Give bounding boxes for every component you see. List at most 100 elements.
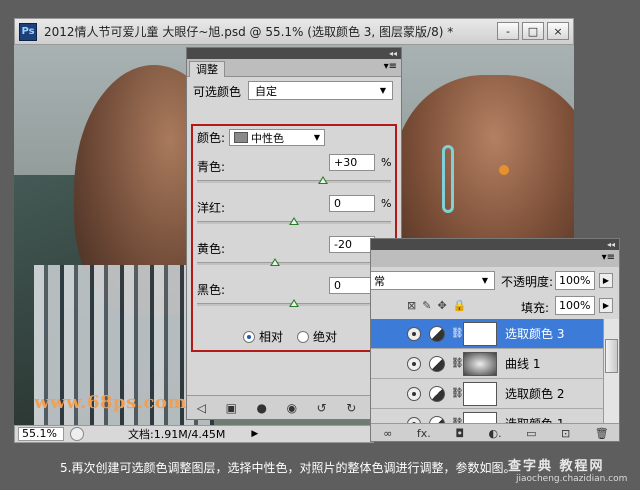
eye-icon[interactable] [407, 386, 421, 401]
zoom-level-field[interactable]: 55.1% [18, 427, 64, 441]
opacity-label: 不透明度: [501, 275, 554, 289]
slider-value-input[interactable]: +30 [329, 154, 375, 171]
slider-value-input[interactable]: 0 [329, 195, 375, 212]
fill-field[interactable]: 100% [555, 296, 595, 315]
clip-to-layer-icon[interactable]: ● [257, 401, 267, 415]
slider-thumb[interactable] [318, 176, 329, 184]
panel-tab-bar: 调整 ▾≡ [187, 59, 401, 77]
slider-magenta: 洋红: 0 % [197, 195, 391, 235]
slider-thumb[interactable] [269, 258, 280, 266]
document-info-icon[interactable] [70, 427, 84, 441]
collapse-icon[interactable]: ◂◂ [607, 240, 615, 249]
slider-track[interactable] [197, 180, 391, 183]
panel-collapse-bar[interactable]: ◂◂ [187, 48, 401, 59]
fill-label: 填充: [521, 301, 550, 315]
link-chain-icon[interactable]: ⛓ [451, 358, 464, 369]
radio-relative-label[interactable]: 相对 [259, 328, 283, 345]
color-row: 颜色: 中性色 ▼ [197, 129, 326, 146]
adjustment-layer-icon [429, 385, 445, 402]
minimize-button[interactable]: - [497, 22, 519, 40]
link-chain-icon[interactable]: ⛓ [451, 328, 464, 339]
visibility-eye-icon[interactable]: ◉ [287, 401, 297, 415]
radio-relative[interactable] [243, 330, 255, 343]
photo-hair-clip [442, 145, 454, 213]
lock-transparency-icon[interactable]: ⊠ [407, 299, 416, 312]
panel-menu-icon[interactable]: ▾≡ [602, 252, 615, 263]
new-group-icon[interactable]: ▭ [526, 427, 536, 440]
trash-icon[interactable]: 🗑 [595, 427, 609, 440]
color-value: 中性色 [251, 131, 285, 145]
opacity-dropdown-icon[interactable]: ▶ [599, 273, 613, 288]
status-menu-arrow-icon[interactable]: ▶ [251, 429, 258, 439]
reset-icon[interactable]: ↻ [346, 401, 356, 415]
add-mask-icon[interactable]: ◘ [455, 427, 464, 440]
blend-mode-select[interactable]: 常 ▼ [371, 271, 495, 290]
slider-label: 黄色: [197, 242, 226, 256]
layer-mask-thumbnail[interactable] [463, 381, 497, 406]
app-frame: Ps 2012情人节可爱儿童 大眼仔~旭.psd @ 55.1% (选取颜色 3… [0, 0, 640, 490]
slider-track[interactable] [197, 262, 391, 265]
layer-mask-thumbnail[interactable] [463, 351, 497, 376]
scrollbar-thumb[interactable] [605, 339, 618, 373]
preset-row: 可选颜色 自定 ▼ [187, 80, 401, 102]
highlight-box: 颜色: 中性色 ▼ 青色: +30 % 洋红: 0 % 黄色: -20 黑色: … [191, 124, 397, 352]
layers-panel: ◂◂ ▾≡ 常 ▼ 不透明度: 100% ▶ ⊠ ✎ ✥ 🔒 填充: 100% … [370, 238, 620, 442]
new-layer-icon[interactable]: ⊡ [561, 427, 570, 440]
back-arrow-icon[interactable]: ◁ [197, 401, 206, 415]
slider-yellow: 黄色: -20 % [197, 236, 391, 276]
expand-view-icon[interactable]: ▣ [226, 401, 237, 415]
layer-row[interactable]: ⛓ 曲线 1 [371, 349, 603, 379]
slider-value-input[interactable]: -20 [329, 236, 375, 253]
tab-adjustments[interactable]: 调整 [189, 61, 225, 77]
previous-state-icon[interactable]: ↺ [317, 401, 327, 415]
document-title-bar[interactable]: Ps 2012情人节可爱儿童 大眼仔~旭.psd @ 55.1% (选取颜色 3… [14, 18, 574, 45]
radio-absolute-label[interactable]: 绝对 [313, 328, 337, 345]
layer-name: 选取颜色 1 [505, 415, 564, 423]
lock-all-icon[interactable]: 🔒 [453, 299, 467, 312]
eye-icon[interactable] [407, 356, 421, 371]
lock-row: ⊠ ✎ ✥ 🔒 填充: 100% ▶ [371, 295, 619, 317]
tutorial-caption: 5.再次创建可选颜色调整图层，选择中性色，对照片的整体色调进行调整，参数如图。 [60, 461, 516, 475]
link-chain-icon[interactable]: ⛓ [451, 388, 464, 399]
lock-position-icon[interactable]: ✥ [437, 299, 446, 312]
panel-menu-icon[interactable]: ▾≡ [384, 61, 397, 72]
percent-unit: % [381, 197, 392, 210]
color-swatch [234, 132, 249, 143]
layer-style-icon[interactable]: fx. [417, 427, 431, 440]
color-label: 颜色: [197, 131, 226, 145]
status-bar: 55.1% 文档:1.91M/4.45M ▶ [14, 425, 374, 443]
slider-value-input[interactable]: 0 [329, 277, 375, 294]
color-select[interactable]: 中性色 ▼ [229, 129, 326, 146]
new-adjustment-icon[interactable]: ◐. [489, 427, 502, 440]
chevron-down-icon: ▼ [313, 133, 321, 142]
layer-mask-thumbnail[interactable] [463, 321, 497, 346]
panel-collapse-bar[interactable]: ◂◂ [371, 239, 619, 250]
document-title: 2012情人节可爱儿童 大眼仔~旭.psd @ 55.1% (选取颜色 3, 图… [44, 25, 454, 39]
layers-toolbar: ∞ fx. ◘ ◐. ▭ ⊡ 🗑 [371, 423, 619, 441]
maximize-button[interactable]: □ [522, 22, 544, 40]
preset-select[interactable]: 自定 ▼ [248, 81, 393, 100]
link-layers-icon[interactable]: ∞ [383, 427, 392, 440]
lock-image-icon[interactable]: ✎ [422, 299, 431, 312]
adjustments-toolbar: ◁ ▣ ● ◉ ↺ ↻ 🗑 [187, 395, 401, 419]
layer-name: 曲线 1 [505, 357, 541, 371]
slider-thumb[interactable] [289, 299, 299, 307]
layer-row[interactable]: ⛓ 选取颜色 3 [371, 319, 603, 349]
opacity-field[interactable]: 100% [555, 271, 595, 290]
site-watermark: www.68ps.com [34, 392, 187, 413]
layers-scrollbar[interactable] [603, 319, 619, 423]
adjustment-layer-icon [429, 325, 445, 342]
collapse-icon[interactable]: ◂◂ [389, 49, 397, 58]
radio-absolute[interactable] [297, 330, 310, 343]
lock-options: ⊠ ✎ ✥ 🔒 [407, 299, 466, 312]
eye-icon[interactable] [407, 326, 421, 341]
layer-mask-thumbnail[interactable] [463, 411, 497, 423]
close-button[interactable]: × [547, 22, 569, 40]
adjustment-layer-icon [429, 415, 445, 423]
layer-row[interactable]: ⛓ 选取颜色 1 [371, 409, 603, 423]
layer-name: 选取颜色 3 [505, 327, 565, 341]
slider-thumb[interactable] [289, 217, 299, 225]
fill-dropdown-icon[interactable]: ▶ [599, 298, 613, 313]
layer-row[interactable]: ⛓ 选取颜色 2 [371, 379, 603, 409]
window-controls: - □ × [497, 22, 569, 40]
